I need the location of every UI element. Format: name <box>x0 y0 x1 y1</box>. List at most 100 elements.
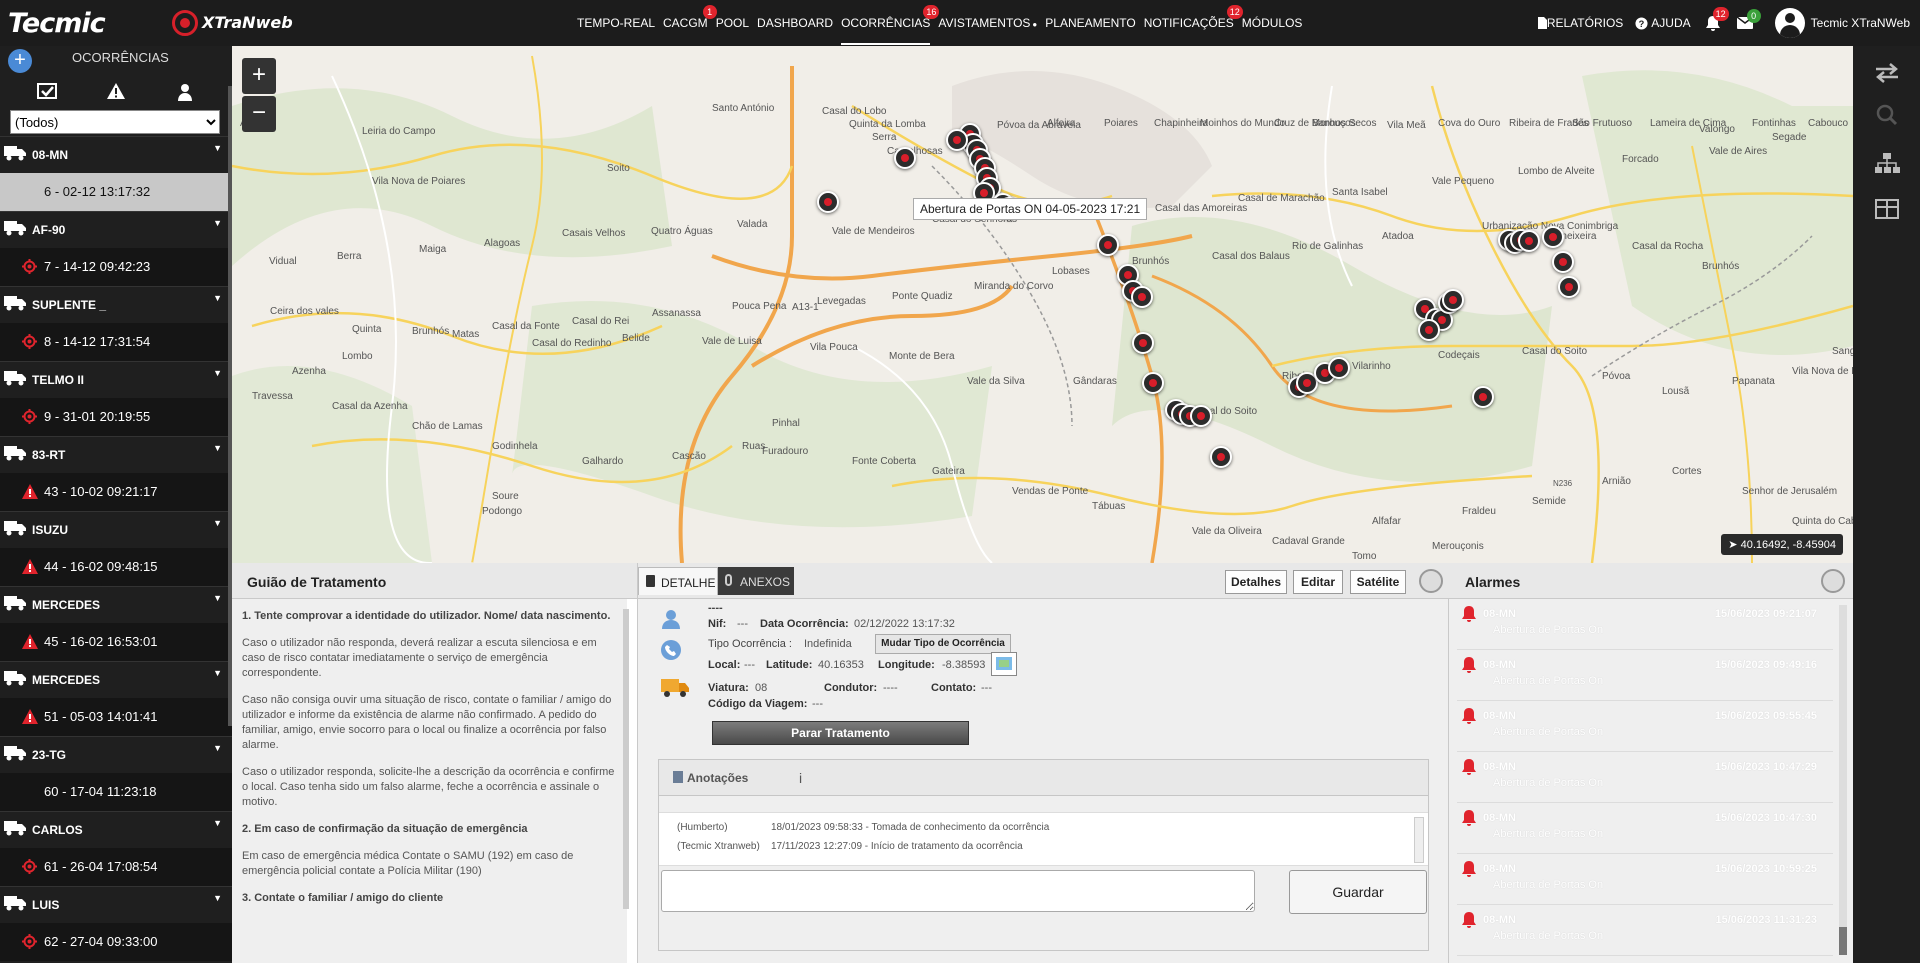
chevron-down-icon[interactable]: ▼ <box>213 218 222 228</box>
search-icon[interactable] <box>1873 104 1901 132</box>
map-view[interactable]: A13-1 N236 ArealLeiria do CampoVila Nova… <box>232 46 1853 563</box>
occurrence-item[interactable]: 45 - 16-02 16:53:01 <box>0 623 232 661</box>
vehicle-marker-icon[interactable] <box>1518 230 1540 252</box>
vehicle-marker-icon[interactable] <box>1472 386 1494 408</box>
occurrence-item[interactable]: 8 - 14-12 17:31:54 <box>0 323 232 361</box>
treatment-guide-scrollbar[interactable] <box>623 609 629 909</box>
chevron-down-icon[interactable]: ▼ <box>213 368 222 378</box>
occurrence-item[interactable]: 51 - 05-03 14:01:41 <box>0 698 232 736</box>
status-filter-select[interactable]: (Todos) <box>10 110 220 134</box>
swap-arrows-icon[interactable] <box>1873 62 1901 90</box>
occurrence-item[interactable]: 9 - 31-01 20:19:55 <box>0 398 232 436</box>
table-grid-icon[interactable] <box>1873 198 1901 226</box>
help-link[interactable]: ? AJUDA <box>1635 16 1691 30</box>
alarm-item[interactable]: 08-MN 15/06/2023 10:47:30 Abertura de Port… <box>1457 803 1833 854</box>
vehicle-marker-icon[interactable] <box>1328 357 1350 379</box>
note-input[interactable] <box>661 870 1255 912</box>
messages-button[interactable]: 0 <box>1736 9 1761 29</box>
chevron-down-icon[interactable]: ▼ <box>213 818 222 828</box>
tab-detalhe[interactable]: DETALHE <box>638 567 718 595</box>
vehicle-marker-icon[interactable] <box>894 147 916 169</box>
guardar-button[interactable]: Guardar <box>1289 870 1427 914</box>
vehicle-marker-icon[interactable] <box>1142 372 1164 394</box>
alarm-item[interactable]: 08-MN 15/06/2023 10:59:25 Abertura de Port… <box>1457 854 1833 905</box>
globe-icon[interactable] <box>1419 569 1443 593</box>
vehicle-marker-icon[interactable] <box>1542 226 1564 248</box>
chevron-down-icon[interactable]: ▼ <box>213 293 222 303</box>
tecmic-logo[interactable]: Tecmic <box>8 8 106 39</box>
nav-pool[interactable]: POOL <box>716 16 749 30</box>
driver-icon[interactable] <box>173 82 197 104</box>
vehicle-marker-icon[interactable] <box>1132 332 1154 354</box>
vehicle-row[interactable]: TELMO II ▼ <box>0 361 232 398</box>
occurrence-item[interactable]: 60 - 17-04 11:23:18 <box>0 773 232 811</box>
alarm-item[interactable]: 08-MN 15/06/2023 09:55:45 Abertura de Port… <box>1457 701 1833 752</box>
chevron-down-icon[interactable]: ▼ <box>213 518 222 528</box>
nav-avistamentos[interactable]: AVISTAMENTOS ● <box>938 16 1037 30</box>
vehicle-row[interactable]: ISUZU ▼ <box>0 511 232 548</box>
nav-notificacoes[interactable]: NOTIFICAÇÕES 12 <box>1144 5 1243 30</box>
vehicle-marker-icon[interactable] <box>1418 319 1440 341</box>
vehicle-marker-icon[interactable] <box>1190 405 1212 427</box>
alarm-item[interactable]: 08-MN 15/06/2023 10:47:29 Abertura de Port… <box>1457 752 1833 803</box>
zoom-in-button[interactable]: + <box>242 58 276 94</box>
occurrence-item[interactable]: 6 - 02-12 13:17:32 <box>0 173 232 211</box>
occurrence-item[interactable]: 61 - 26-04 17:08:54 <box>0 848 232 886</box>
nav-ocorrencias[interactable]: OCORRÊNCIAS 16 <box>841 5 940 45</box>
nav-tempo-real[interactable]: TEMPO-REAL <box>577 16 655 30</box>
alarm-item[interactable]: 08-MN 15/06/2023 11:31:23 Abertura de Port… <box>1457 905 1833 956</box>
add-occurrence-button[interactable]: + <box>8 49 32 73</box>
alarm-item[interactable]: 08-MN 15/06/2023 09:21:07 Abertura de Port… <box>1457 599 1833 650</box>
vehicle-marker-icon[interactable] <box>1552 251 1574 273</box>
vehicle-marker-icon[interactable] <box>946 129 968 151</box>
info-icon[interactable]: i <box>799 760 802 796</box>
checklist-icon[interactable] <box>35 82 59 104</box>
reports-link[interactable]: RELATÓRIOS <box>1537 16 1623 30</box>
vehicle-row[interactable]: 08-MN ▼ <box>0 136 232 173</box>
vehicle-row[interactable]: MERCEDES ▼ <box>0 661 232 698</box>
alarm-item[interactable]: 08-MN 15/06/2023 09:49:16 Abertura de Port… <box>1457 650 1833 701</box>
chevron-down-icon[interactable]: ▼ <box>213 743 222 753</box>
globe-icon[interactable] <box>1821 569 1845 593</box>
nav-cacgm[interactable]: CACGM 1 <box>663 5 717 30</box>
vehicle-marker-icon[interactable] <box>817 191 839 213</box>
notifications-bell[interactable]: 12 <box>1705 6 1729 32</box>
change-type-button[interactable]: Mudar Tipo de Ocorrência <box>875 634 1011 654</box>
occurrence-item[interactable]: 7 - 14-12 09:42:23 <box>0 248 232 286</box>
chevron-down-icon[interactable]: ▼ <box>213 143 222 153</box>
occurrence-item[interactable]: 62 - 27-04 09:33:00 <box>0 923 232 961</box>
occurrence-item[interactable]: 43 - 10-02 09:21:17 <box>0 473 232 511</box>
tab-anotacoes[interactable]: Anotações <box>673 760 748 796</box>
nav-planeamento[interactable]: PLANEAMENTO <box>1045 16 1135 30</box>
vehicle-row[interactable]: SUPLENTE _ ▼ <box>0 286 232 323</box>
vehicle-row[interactable]: MERCEDES ▼ <box>0 586 232 623</box>
user-menu[interactable]: Tecmic XTraNWeb <box>1774 8 1910 38</box>
nav-dashboard[interactable]: DASHBOARD <box>757 16 833 30</box>
chevron-down-icon[interactable]: ▼ <box>213 443 222 453</box>
alarms-scrollbar[interactable] <box>1839 605 1847 955</box>
chevron-down-icon[interactable]: ▼ <box>213 893 222 903</box>
hierarchy-icon[interactable] <box>1873 152 1901 180</box>
xtranweb-logo[interactable]: XTraNweb <box>172 10 293 36</box>
vehicle-marker-icon[interactable] <box>1558 276 1580 298</box>
vehicle-marker-icon[interactable] <box>1210 446 1232 468</box>
open-map-button[interactable] <box>991 652 1017 676</box>
chevron-down-icon[interactable]: ▼ <box>213 668 222 678</box>
notes-scrollbar[interactable] <box>1414 817 1424 863</box>
nav-modulos[interactable]: MÓDULOS <box>1242 16 1303 30</box>
editar-button[interactable]: Editar <box>1293 570 1343 594</box>
vehicle-marker-icon[interactable] <box>1442 289 1464 311</box>
vehicle-row[interactable]: AF-90 ▼ <box>0 211 232 248</box>
vehicle-marker-icon[interactable] <box>1097 234 1119 256</box>
warning-filter-icon[interactable] <box>104 82 128 104</box>
satelite-button[interactable]: Satélite <box>1350 570 1406 594</box>
occurrence-item[interactable]: 44 - 16-02 09:48:15 <box>0 548 232 586</box>
tab-anexos[interactable]: ANEXOS <box>718 567 794 595</box>
vehicle-row[interactable]: 23-TG ▼ <box>0 736 232 773</box>
vehicle-row[interactable]: 83-RT ▼ <box>0 436 232 473</box>
stop-treatment-button[interactable]: Parar Tratamento <box>712 721 969 745</box>
zoom-out-button[interactable]: − <box>242 96 276 132</box>
vehicle-row[interactable]: CARLOS ▼ <box>0 811 232 848</box>
detalhes-button[interactable]: Detalhes <box>1225 570 1287 594</box>
chevron-down-icon[interactable]: ▼ <box>213 593 222 603</box>
